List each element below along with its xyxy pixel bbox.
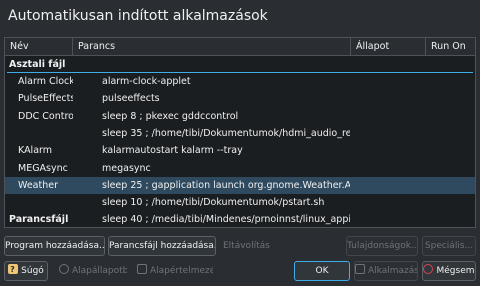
row-command: sleep 25 ; gapplication launch org.gnome…	[102, 179, 350, 191]
document-icon	[137, 264, 147, 274]
table-row[interactable]: sleep 10 ; /home/tibi/Dokumentumok/pstar…	[5, 194, 475, 211]
group-desktop-files[interactable]: Asztali fájl	[5, 56, 475, 73]
advanced-button[interactable]: Speciális...	[422, 236, 476, 256]
cancel-label: Mégsem	[436, 266, 475, 276]
column-header-run-on[interactable]: Run On	[426, 38, 476, 55]
row-command: kalarmautostart kalarm --tray	[102, 145, 243, 157]
revert-icon	[59, 264, 69, 274]
defaults-button[interactable]: Alapértelmezés	[132, 261, 214, 281]
remove-button[interactable]: Eltávolítás	[218, 236, 274, 256]
autostart-table[interactable]: Név Parancs Állapot Run On Asztali fájl …	[4, 37, 476, 228]
row-name: Alarm Clock	[18, 76, 73, 87]
row-name: DDC Control	[18, 110, 73, 122]
column-header-name[interactable]: Név	[5, 38, 73, 55]
row-command: pulseeffects	[102, 93, 160, 105]
group-script-files[interactable]: Parancsfájl	[5, 211, 475, 228]
column-header-command[interactable]: Parancs	[73, 38, 351, 55]
row-command: sleep 35 ; /home/tibi/Dokumentumok/hdmi_…	[102, 127, 350, 139]
help-label: Súgó	[21, 266, 44, 276]
table-row[interactable]: sleep 35 ; /home/tibi/Dokumentumok/hdmi_…	[5, 125, 475, 142]
reset-label: Alapállapotba	[72, 266, 128, 276]
add-program-button[interactable]: Program hozzáadása...	[4, 236, 105, 256]
table-row[interactable]: Alarm Clockalarm-clock-appletLetiltva	[5, 73, 475, 90]
apply-button[interactable]: Alkalmazás	[354, 261, 418, 281]
help-button[interactable]: Súgó	[4, 261, 48, 281]
row-command: alarm-clock-applet	[102, 76, 191, 87]
help-icon	[8, 262, 19, 279]
properties-button[interactable]: Tulajdonságok...	[346, 236, 418, 256]
row-name: KAlarm	[18, 145, 53, 157]
apply-label: Alkalmazás	[368, 266, 418, 276]
apply-icon	[355, 264, 365, 274]
defaults-label: Alapértelmezés	[150, 266, 214, 276]
table-row[interactable]: DDC Controlsleep 8 ; pkexec gddccontrolE…	[5, 108, 475, 125]
row-name: Weather	[18, 179, 58, 191]
table-row[interactable]: MEGAsyncmegasyncEngedélyezve	[5, 160, 475, 177]
cancel-icon	[423, 264, 434, 274]
table-row[interactable]: Weather sleep 25 ; gapplication launch or…	[5, 176, 475, 194]
row-name: MEGAsync	[18, 162, 68, 174]
table-row[interactable]: PulseEffectspulseeffectsEngedélyezve	[5, 90, 475, 107]
table-row[interactable]: KAlarmkalarmautostart kalarm --trayLetil…	[5, 142, 475, 159]
ok-button[interactable]: OK	[294, 261, 350, 281]
row-command: sleep 10 ; /home/tibi/Dokumentumok/pstar…	[102, 197, 325, 209]
reset-button[interactable]: Alapállapotba	[54, 261, 128, 281]
table-header: Név Parancs Állapot Run On	[5, 38, 475, 56]
row-command: sleep 8 ; pkexec gddccontrol	[102, 110, 239, 122]
dialog-title: Automatikusan indított alkalmazások	[8, 8, 268, 24]
column-header-state[interactable]: Állapot	[351, 38, 426, 55]
row-name: PulseEffects	[18, 93, 73, 105]
cancel-button[interactable]: Mégsem	[422, 261, 476, 281]
add-script-button[interactable]: Parancsfájl hozzáadása...	[108, 236, 216, 256]
row-command: megasync	[102, 162, 151, 174]
